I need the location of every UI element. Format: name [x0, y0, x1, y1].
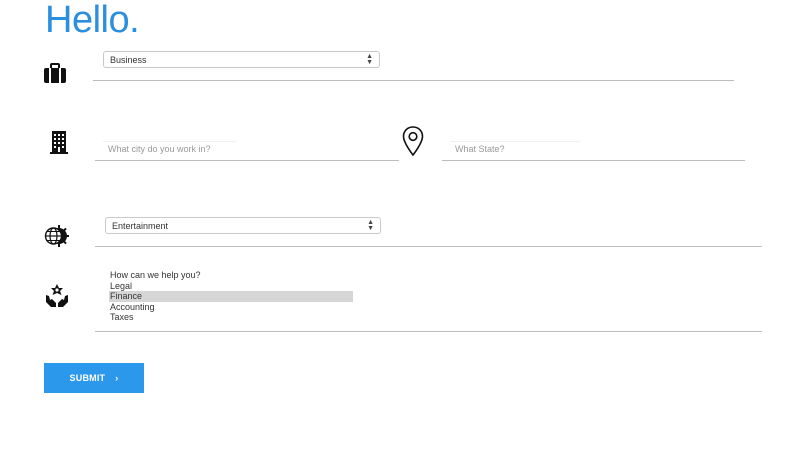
state-underline [442, 160, 745, 161]
building-icon [46, 129, 72, 155]
map-pin-icon [400, 125, 426, 157]
help-option[interactable]: Accounting [109, 302, 359, 313]
globe-gear-icon [43, 223, 69, 249]
help-option[interactable]: Taxes [109, 312, 359, 323]
help-listbox[interactable]: How can we help you? Legal Finance Accou… [109, 270, 359, 323]
helping-hands-icon [44, 283, 70, 309]
industry-select-value: Entertainment [112, 220, 169, 231]
submit-label: SUBMIT [69, 373, 106, 383]
select-arrows-icon: ▲ ▼ [367, 218, 374, 232]
select-arrows-icon: ▲ ▼ [366, 52, 373, 66]
industry-select[interactable]: Entertainment ▲ ▼ [105, 217, 381, 234]
business-select-value: Business [110, 54, 147, 65]
business-divider [93, 80, 734, 81]
page-title: Hello. [45, 0, 140, 41]
help-option[interactable]: How can we help you? [109, 270, 359, 281]
state-placeholder: What State? [455, 144, 505, 154]
help-option-selected[interactable]: Finance [109, 291, 353, 302]
help-option[interactable]: Legal [109, 281, 359, 292]
industry-divider [95, 246, 762, 247]
city-placeholder: What city do you work in? [108, 144, 211, 154]
help-divider [95, 331, 762, 332]
state-input[interactable]: What State? [450, 141, 744, 161]
city-underline [95, 160, 399, 161]
chevron-right-icon: › [115, 373, 119, 383]
city-input[interactable]: What city do you work in? [103, 141, 399, 161]
submit-button[interactable]: SUBMIT › [44, 363, 144, 393]
business-select[interactable]: Business ▲ ▼ [103, 51, 380, 68]
briefcase-icon [42, 61, 68, 87]
